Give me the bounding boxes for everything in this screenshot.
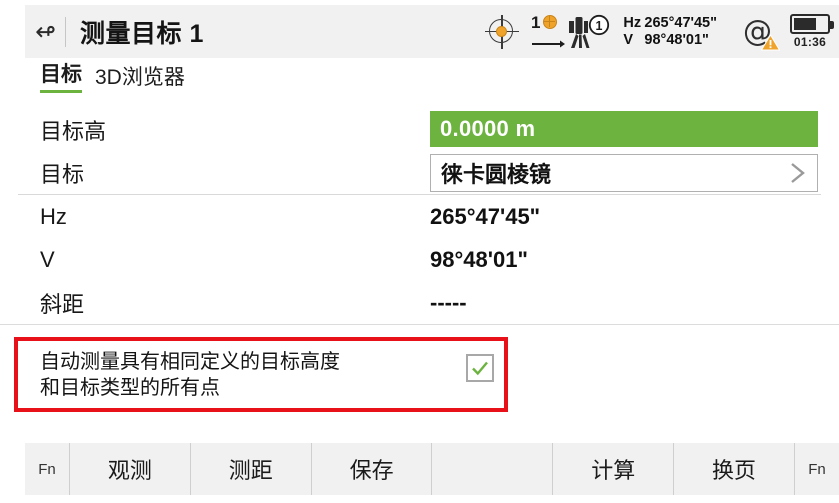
v-value: 98°48'01" [644,31,709,48]
back-arrow-icon: ↬ [34,17,56,46]
save-button[interactable]: 保存 [312,443,433,495]
prism-count-indicator[interactable]: 1 [530,12,565,50]
target-type-label: 目标 [40,161,85,187]
page-title: 测量目标 1 [80,19,204,48]
prism-count-label: 1 [530,12,541,32]
header-divider [65,16,66,47]
prism-icon [543,15,558,29]
total-station-indicator[interactable]: 1 [568,14,612,50]
slope-distance-label: 斜距 [40,291,85,317]
app-header: ↬ 测量目标 1 1 1 Hz 265°47'45" V 98°48'01" @… [25,5,839,58]
tab-bar: 目标 3D浏览器 [40,64,185,93]
v-row-label: V [40,246,55,272]
at-symbol-warning-icon[interactable]: @ [743,15,780,50]
target-height-value: 0.0000 m [440,116,536,141]
target-type-value: 徕卡圆棱镜 [441,162,552,187]
slope-distance-value: ----- [430,289,467,315]
chevron-right-icon [791,163,805,183]
v-row-value: 98°48'01" [430,246,528,272]
hz-value: 265°47'45" [644,14,717,31]
tab-target[interactable]: 目标 [40,64,82,93]
fn-left-button[interactable]: Fn [25,443,70,495]
battery-icon [790,14,834,34]
target-height-label: 目标高 [40,118,107,144]
target-type-select[interactable]: 徕卡圆棱镜 [430,154,818,192]
fn-right-button[interactable]: Fn [793,443,839,495]
page-switch-button[interactable]: 换页 [674,443,794,495]
tab-3d-viewer[interactable]: 3D浏览器 [95,67,185,93]
observe-button[interactable]: 观测 [70,443,191,495]
function-toolbar: Fn 观测 测距 保存 计算 换页 Fn [25,443,839,495]
battery-time-label: 01:36 [793,35,827,49]
target-height-field[interactable]: 0.0000 m [430,111,818,147]
hz-row-label: Hz [40,203,67,229]
back-button[interactable]: ↬ [25,5,65,58]
warning-triangle-icon [761,33,780,50]
arrow-right-icon [531,40,565,47]
form-row-hz: Hz 265°47'45" [0,195,839,238]
distance-button[interactable]: 测距 [191,443,312,495]
svg-text:1: 1 [596,19,603,33]
status-bar: 1 1 Hz 265°47'45" V 98°48'01" @ 01:36 [484,5,839,58]
checkmark-icon [472,361,488,375]
calculate-button[interactable]: 计算 [553,443,675,495]
form-row-target-type: 目标 徕卡圆棱镜 [0,151,839,194]
form-row-slope-distance: 斜距 ----- [0,281,839,324]
v-label: V [623,31,634,48]
form-row-target-height: 目标高 0.0000 m [0,108,839,151]
battery-level-fill [794,18,817,30]
total-station-icon: 1 [569,14,610,48]
hz-label: Hz [623,14,642,31]
auto-measure-row[interactable]: 自动测量具有相同定义的目标高度 和目标类型的所有点 [14,337,508,412]
hz-row-value: 265°47'45" [430,203,541,229]
crosshair-target-icon[interactable] [484,14,519,49]
section-divider [0,324,839,325]
auto-measure-checkbox[interactable] [466,353,494,382]
angle-readouts: Hz 265°47'45" V 98°48'01" [623,15,717,49]
auto-measure-label: 自动测量具有相同定义的目标高度 和目标类型的所有点 [40,350,340,399]
battery-indicator[interactable]: 01:36 [790,14,834,49]
toolbar-spacer [432,443,554,495]
target-form: 目标高 0.0000 m 目标 徕卡圆棱镜 Hz 265°47'45" V 98… [0,108,839,325]
form-row-v: V 98°48'01" [0,238,839,281]
